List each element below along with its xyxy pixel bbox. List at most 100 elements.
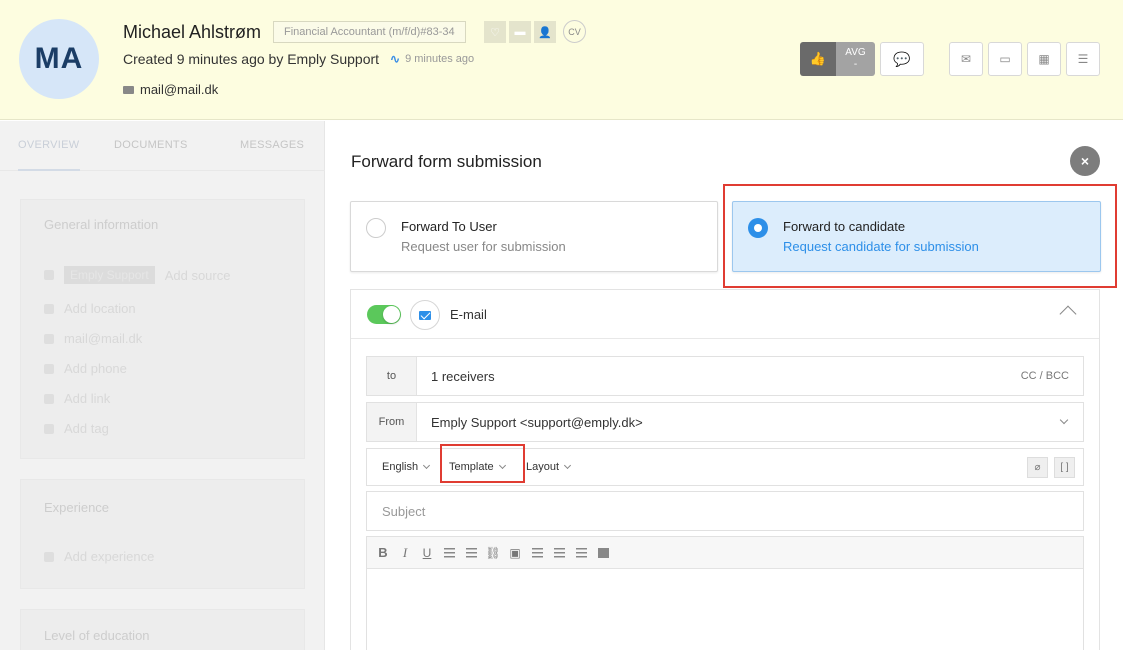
underline-icon[interactable]: U bbox=[420, 546, 434, 560]
menu-button[interactable]: ☰ bbox=[1066, 42, 1100, 76]
candidate-option-highlight bbox=[723, 184, 1117, 288]
experience-field[interactable]: Add experience bbox=[44, 549, 154, 564]
comments-button[interactable]: 💬 bbox=[880, 42, 924, 76]
tab-documents[interactable]: DOCUMENTS bbox=[114, 139, 188, 151]
briefcase-icon bbox=[44, 551, 54, 562]
email-section-header[interactable]: E-mail bbox=[351, 290, 1099, 339]
location-field[interactable]: Add location bbox=[44, 301, 136, 316]
calendar-button[interactable]: ▭ bbox=[988, 42, 1022, 76]
candidate-email[interactable]: mail@mail.dk bbox=[123, 82, 218, 97]
bold-icon[interactable]: B bbox=[376, 545, 390, 560]
link-icon bbox=[44, 393, 54, 404]
chat-bubble-icon[interactable]: ▬ bbox=[509, 21, 531, 43]
receivers-count[interactable]: 1 receivers bbox=[431, 369, 495, 384]
close-icon: × bbox=[1080, 153, 1090, 169]
message-editor[interactable]: B I U ⛓ ▣ bbox=[366, 536, 1084, 650]
align-center-icon[interactable] bbox=[552, 546, 566, 560]
language-value: English bbox=[382, 461, 419, 473]
general-information-card bbox=[20, 199, 305, 459]
job-badge[interactable]: Financial Accountant (m/f/d)#83-34 bbox=[273, 21, 466, 43]
source-chip: Emply Support bbox=[64, 266, 155, 284]
email-channel-icon bbox=[410, 300, 440, 330]
calendar-icon: ▭ bbox=[999, 52, 1011, 66]
envelope-icon bbox=[44, 333, 54, 344]
merge-field-icon[interactable]: [ ] bbox=[1054, 457, 1075, 478]
chevron-down-icon bbox=[423, 461, 431, 470]
calculator-icon: ▦ bbox=[1038, 52, 1050, 66]
tab-overview[interactable]: OVERVIEW bbox=[18, 139, 80, 151]
forward-to-user-option[interactable]: Forward To User Request user for submiss… bbox=[350, 201, 718, 272]
add-experience-link[interactable]: Add experience bbox=[64, 549, 154, 564]
tab-messages[interactable]: MESSAGES bbox=[240, 139, 304, 151]
link-icon[interactable]: ⛓ bbox=[485, 546, 500, 560]
align-left-icon[interactable] bbox=[530, 546, 544, 560]
tag-field[interactable]: Add tag bbox=[44, 421, 109, 436]
active-tab-indicator bbox=[18, 169, 80, 171]
close-button[interactable]: × bbox=[1070, 146, 1100, 176]
envelope-icon: ✉ bbox=[960, 52, 972, 66]
language-dropdown[interactable]: English bbox=[382, 461, 431, 473]
email-section: E-mail to 1 receivers CC / BCC From Empl… bbox=[350, 289, 1100, 650]
education-title: Level of education bbox=[44, 628, 150, 643]
chevron-down-icon bbox=[563, 461, 572, 470]
italic-icon[interactable]: I bbox=[398, 545, 412, 560]
activity-time: 9 minutes ago bbox=[405, 53, 475, 65]
link-field[interactable]: Add link bbox=[44, 391, 110, 406]
add-link-link[interactable]: Add link bbox=[64, 391, 110, 406]
location-pin-icon bbox=[44, 303, 54, 314]
avg-label: AVG bbox=[845, 47, 866, 58]
send-email-button[interactable]: ✉ bbox=[949, 42, 983, 76]
from-field[interactable]: From Emply Support <support@emply.dk> bbox=[366, 402, 1084, 442]
email-value: mail@mail.dk bbox=[64, 331, 143, 346]
avatar: MA bbox=[19, 19, 99, 99]
editor-toolbar: B I U ⛓ ▣ bbox=[367, 537, 1083, 569]
created-info: Created 9 minutes ago by Emply Support bbox=[123, 51, 380, 67]
phone-field[interactable]: Add phone bbox=[44, 361, 127, 376]
ordered-list-icon[interactable] bbox=[442, 546, 456, 560]
add-source-link[interactable]: Add source bbox=[165, 268, 231, 283]
email-field[interactable]: mail@mail.dk bbox=[44, 331, 142, 346]
calculator-button[interactable]: ▦ bbox=[1027, 42, 1061, 76]
email-section-label: E-mail bbox=[450, 307, 487, 322]
add-tag-link[interactable]: Add tag bbox=[64, 421, 109, 436]
subject-input[interactable] bbox=[367, 492, 1083, 530]
heart-icon[interactable]: ♡ bbox=[484, 21, 506, 43]
hamburger-icon: ☰ bbox=[1077, 52, 1089, 66]
image-icon[interactable]: ▣ bbox=[508, 546, 522, 560]
layout-value: Layout bbox=[526, 461, 560, 473]
modal-title: Forward form submission bbox=[351, 152, 542, 171]
cc-bcc-link[interactable]: CC / BCC bbox=[1021, 370, 1069, 382]
to-field[interactable]: to 1 receivers CC / BCC bbox=[366, 356, 1084, 396]
radio-forward-to-user[interactable] bbox=[366, 218, 386, 238]
pulse-icon: ∿ bbox=[390, 52, 401, 66]
layout-dropdown[interactable]: Layout bbox=[526, 461, 572, 473]
comments-icon: 💬 bbox=[893, 50, 911, 67]
subject-field[interactable] bbox=[366, 491, 1084, 531]
average-rating-button[interactable]: AVG - bbox=[836, 42, 875, 76]
forward-form-modal: Forward form submission × Forward To Use… bbox=[326, 121, 1123, 650]
forward-to-user-subtitle: Request user for submission bbox=[401, 239, 566, 254]
experience-title: Experience bbox=[44, 500, 110, 515]
cv-button[interactable]: CV bbox=[563, 20, 586, 43]
justify-icon[interactable] bbox=[596, 546, 610, 560]
to-label: to bbox=[367, 357, 417, 395]
collapse-chevron-icon[interactable] bbox=[1059, 305, 1077, 323]
thumbs-up-icon[interactable]: 👍 bbox=[800, 42, 836, 76]
candidate-name: Michael Ahlstrøm bbox=[123, 22, 262, 42]
from-chevron-down-icon[interactable] bbox=[1059, 415, 1069, 425]
attachment-icon[interactable]: ⌀ bbox=[1027, 457, 1048, 478]
unordered-list-icon[interactable] bbox=[464, 546, 478, 560]
add-location-link[interactable]: Add location bbox=[64, 301, 136, 316]
rating-group: 👍 AVG - bbox=[800, 42, 875, 76]
envelope-icon bbox=[419, 310, 431, 320]
users-icon[interactable]: 👤 bbox=[534, 21, 556, 43]
avg-value: - bbox=[853, 59, 858, 70]
candidate-overview-panel: OVERVIEW DOCUMENTS MESSAGES General info… bbox=[0, 121, 325, 650]
add-phone-link[interactable]: Add phone bbox=[64, 361, 127, 376]
email-toggle[interactable] bbox=[367, 305, 401, 324]
forward-to-user-title: Forward To User bbox=[401, 219, 497, 234]
rss-icon bbox=[44, 270, 54, 280]
align-right-icon[interactable] bbox=[574, 546, 588, 560]
from-value[interactable]: Emply Support <support@emply.dk> bbox=[431, 415, 643, 430]
candidate-email-text: mail@mail.dk bbox=[140, 82, 219, 97]
